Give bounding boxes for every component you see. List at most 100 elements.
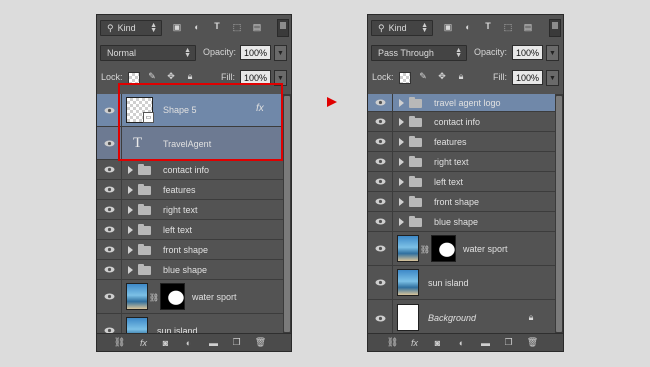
- layer-name: sun island: [428, 278, 469, 288]
- fill-input[interactable]: 100%: [512, 70, 543, 85]
- layer-row-right-text[interactable]: right text: [368, 152, 563, 172]
- kind-filter-dropdown[interactable]: ⚲ Kind ▲ ▼: [100, 20, 162, 36]
- expand-arrow-icon[interactable]: [399, 198, 404, 206]
- opacity-input[interactable]: 100%: [240, 45, 271, 60]
- filter-toggle-switch[interactable]: [277, 19, 289, 37]
- adjustment-icon[interactable]: ◐: [182, 336, 195, 349]
- lock-brush-icon[interactable]: ✎: [146, 70, 158, 82]
- expand-arrow-icon[interactable]: [399, 118, 404, 126]
- new-layer-icon[interactable]: ❐: [502, 336, 515, 349]
- filter-toggle-switch[interactable]: [549, 19, 561, 37]
- eye-icon[interactable]: [368, 94, 393, 111]
- layer-row-left-text[interactable]: left text: [368, 172, 563, 192]
- layer-row-blue-shape[interactable]: blue shape: [368, 212, 563, 232]
- scrollbar-thumb[interactable]: [284, 96, 290, 332]
- opacity-dropdown-button[interactable]: ▼: [546, 45, 559, 61]
- lock-all-icon[interactable]: 🔒︎: [184, 70, 196, 82]
- pixel-filter-icon[interactable]: ▣: [171, 21, 183, 33]
- fx-icon[interactable]: fx: [137, 336, 150, 349]
- eye-icon[interactable]: [368, 112, 393, 131]
- expand-arrow-icon[interactable]: [399, 99, 404, 107]
- link-icon[interactable]: ⛓: [420, 244, 430, 254]
- scrollbar-thumb[interactable]: [556, 96, 562, 332]
- layer-row-travel-agent-logo[interactable]: travel agent logo: [368, 94, 563, 112]
- eye-icon[interactable]: [368, 300, 393, 336]
- layer-row-water-sport[interactable]: ⛓ water sport: [97, 280, 291, 314]
- layer-row-right-text[interactable]: right text: [97, 200, 291, 220]
- link-icon[interactable]: ⛓: [149, 292, 159, 302]
- layer-row-background[interactable]: Background 🔒︎: [368, 300, 563, 337]
- type-filter-icon[interactable]: T: [482, 20, 494, 32]
- expand-arrow-icon[interactable]: [399, 138, 404, 146]
- layer-row-front-shape[interactable]: front shape: [97, 240, 291, 260]
- lock-transparency-icon[interactable]: [399, 72, 411, 84]
- expand-arrow-icon[interactable]: [399, 158, 404, 166]
- layer-row-contact-info[interactable]: contact info: [368, 112, 563, 132]
- layer-row-front-shape[interactable]: front shape: [368, 192, 563, 212]
- eye-icon[interactable]: [368, 266, 393, 299]
- eye-icon[interactable]: [97, 160, 122, 179]
- layers-scrollbar[interactable]: [555, 94, 563, 337]
- layer-row-left-text[interactable]: left text: [97, 220, 291, 240]
- lock-icon[interactable]: 🔒︎: [526, 312, 536, 323]
- expand-arrow-icon[interactable]: [128, 186, 133, 194]
- expand-arrow-icon[interactable]: [128, 206, 133, 214]
- eye-icon[interactable]: [368, 192, 393, 211]
- layer-row-water-sport[interactable]: ⛓ water sport: [368, 232, 563, 266]
- eye-icon[interactable]: [368, 152, 393, 171]
- smart-object-filter-icon[interactable]: ▤: [251, 21, 263, 33]
- eye-icon[interactable]: [97, 240, 122, 259]
- layer-mask-thumbnail[interactable]: [160, 283, 185, 310]
- blend-mode-dropdown[interactable]: Pass Through ▲ ▼: [371, 45, 467, 61]
- new-group-icon[interactable]: ▬: [207, 336, 220, 349]
- layer-row-features[interactable]: features: [368, 132, 563, 152]
- expand-arrow-icon[interactable]: [128, 266, 133, 274]
- opacity-dropdown-button[interactable]: ▼: [274, 45, 287, 61]
- expand-arrow-icon[interactable]: [399, 178, 404, 186]
- layer-row-sun-island[interactable]: sun island: [368, 266, 563, 300]
- adjustment-filter-icon[interactable]: ◐: [462, 21, 474, 33]
- eye-icon[interactable]: [368, 132, 393, 151]
- lock-position-icon[interactable]: ✥: [165, 70, 177, 82]
- layer-mask-thumbnail[interactable]: [431, 235, 456, 262]
- smart-object-filter-icon[interactable]: ▤: [522, 21, 534, 33]
- eye-icon[interactable]: [97, 180, 122, 199]
- pixel-filter-icon[interactable]: ▣: [442, 21, 454, 33]
- opacity-input[interactable]: 100%: [512, 45, 543, 60]
- new-group-icon[interactable]: ▬: [479, 336, 492, 349]
- blend-mode-dropdown[interactable]: Normal ▲ ▼: [100, 45, 196, 61]
- kind-filter-dropdown[interactable]: ⚲ Kind ▲ ▼: [371, 20, 433, 36]
- expand-arrow-icon[interactable]: [399, 218, 404, 226]
- eye-icon[interactable]: [368, 172, 393, 191]
- lock-brush-icon[interactable]: ✎: [417, 70, 429, 82]
- trash-icon[interactable]: 🗑︎: [254, 336, 267, 349]
- expand-arrow-icon[interactable]: [128, 246, 133, 254]
- adjustment-icon[interactable]: ◐: [455, 336, 468, 349]
- mask-icon[interactable]: ◙: [159, 336, 172, 349]
- lock-position-icon[interactable]: ✥: [436, 70, 448, 82]
- eye-icon[interactable]: [97, 220, 122, 239]
- shape-filter-icon[interactable]: ⬚: [502, 21, 514, 33]
- type-filter-icon[interactable]: T: [211, 20, 223, 32]
- eye-icon[interactable]: [97, 200, 122, 219]
- layer-row-features[interactable]: features: [97, 180, 291, 200]
- layer-row-blue-shape[interactable]: blue shape: [97, 260, 291, 280]
- layer-row-contact-info[interactable]: contact info: [97, 160, 291, 180]
- expand-arrow-icon[interactable]: [128, 166, 133, 174]
- link-icon[interactable]: ⛓: [113, 336, 126, 349]
- eye-icon[interactable]: [97, 260, 122, 279]
- trash-icon[interactable]: 🗑︎: [526, 336, 539, 349]
- expand-arrow-icon[interactable]: [128, 226, 133, 234]
- new-layer-icon[interactable]: ❐: [230, 336, 243, 349]
- link-icon[interactable]: ⛓: [386, 336, 399, 349]
- layers-scrollbar[interactable]: [283, 94, 291, 337]
- fill-dropdown-button[interactable]: ▼: [546, 70, 559, 86]
- adjustment-filter-icon[interactable]: ◐: [191, 21, 203, 33]
- eye-icon[interactable]: [368, 232, 393, 265]
- eye-icon[interactable]: [97, 280, 122, 313]
- shape-filter-icon[interactable]: ⬚: [231, 21, 243, 33]
- lock-all-icon[interactable]: 🔒︎: [455, 70, 467, 82]
- mask-icon[interactable]: ◙: [431, 336, 444, 349]
- eye-icon[interactable]: [368, 212, 393, 231]
- fx-icon[interactable]: fx: [408, 336, 421, 349]
